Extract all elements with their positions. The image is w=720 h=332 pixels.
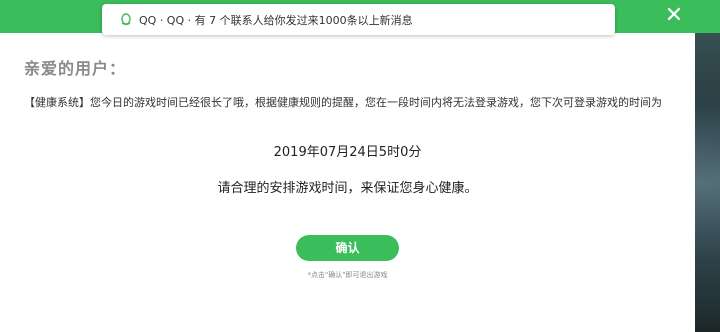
unlock-time: 2019年07月24日5时0分 xyxy=(273,145,422,160)
exit-hint: *点击"确认"即可退出游戏 xyxy=(307,271,388,279)
health-message: 【健康系统】您今日的游戏时间已经很长了哦，根据健康规则的提醒，您在一段时间内将无… xyxy=(24,96,662,109)
confirm-button[interactable]: 确认 xyxy=(296,235,399,261)
advice-text: 请合理的安排游戏时间，来保证您身心健康。 xyxy=(217,181,478,196)
qq-penguin-icon xyxy=(121,12,131,25)
close-icon[interactable]: ✕ xyxy=(662,4,686,28)
notification-text: QQ · QQ · 有 7 个联系人给你发过来1000条以上新消息 xyxy=(139,13,413,27)
qq-notification[interactable]: QQ · QQ · 有 7 个联系人给你发过来1000条以上新消息 xyxy=(102,4,615,35)
health-dialog: 亲爱的用户： 【健康系统】您今日的游戏时间已经很长了哦，根据健康规则的提醒，您在… xyxy=(0,33,695,332)
greeting-title: 亲爱的用户： xyxy=(24,59,127,78)
